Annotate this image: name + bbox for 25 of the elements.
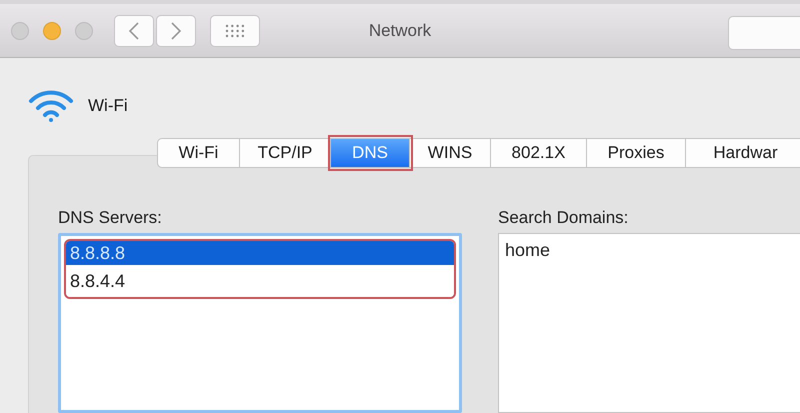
back-button[interactable] bbox=[114, 14, 154, 46]
dns-server-row[interactable]: 8.8.8.8 bbox=[66, 241, 454, 265]
search-domains-list[interactable]: home bbox=[498, 233, 800, 413]
zoom-button[interactable] bbox=[75, 22, 93, 40]
dns-servers-list[interactable]: 8.8.8.8 8.8.4.4 bbox=[58, 233, 462, 413]
tab[interactable]: Hardwar bbox=[686, 138, 800, 168]
window-title: Network bbox=[368, 20, 432, 40]
search-domains-label: Search Domains: bbox=[498, 208, 630, 228]
toolbar-field[interactable] bbox=[728, 16, 800, 50]
tab[interactable]: Proxies bbox=[587, 138, 686, 168]
close-button[interactable] bbox=[11, 22, 29, 40]
dns-servers-label: DNS Servers: bbox=[58, 208, 163, 228]
tab[interactable]: WINS bbox=[410, 138, 491, 168]
tab[interactable]: TCP/IP bbox=[240, 138, 331, 168]
chevron-right-icon bbox=[170, 20, 182, 40]
wifi-icon bbox=[28, 90, 74, 122]
chevron-left-icon bbox=[128, 20, 140, 40]
grid-icon bbox=[225, 24, 245, 38]
service-name: Wi-Fi bbox=[88, 96, 128, 116]
grid-button[interactable] bbox=[210, 14, 260, 46]
search-domain-row[interactable]: home bbox=[505, 240, 800, 261]
tab[interactable]: Wi-Fi bbox=[157, 138, 240, 168]
tab[interactable]: 802.1X bbox=[491, 138, 587, 168]
forward-button[interactable] bbox=[156, 14, 196, 46]
minimize-button[interactable] bbox=[43, 22, 61, 40]
